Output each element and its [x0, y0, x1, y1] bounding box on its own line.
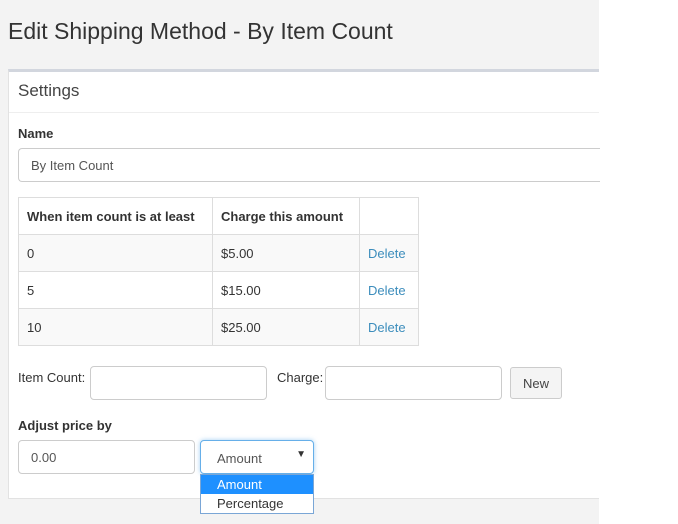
charge-label: Charge:: [277, 370, 324, 385]
adjust-price-input[interactable]: [18, 440, 195, 474]
panel-title: Settings: [18, 81, 80, 100]
charge-cell: $15.00: [212, 271, 360, 309]
adjust-type-select[interactable]: Amount ▼: [200, 440, 314, 474]
delete-link[interactable]: Delete: [368, 283, 406, 298]
adjust-type-selected: Amount: [217, 451, 262, 466]
adjust-price-label: Adjust price by: [18, 418, 112, 433]
column-header-charge: Charge this amount: [212, 197, 360, 235]
actions-cell: Delete: [359, 308, 419, 346]
adjust-type-dropdown: Amount Percentage: [200, 474, 314, 514]
table-row: 0 $5.00 Delete: [18, 234, 419, 272]
actions-cell: Delete: [359, 234, 419, 272]
item-count-input[interactable]: [90, 366, 267, 400]
min-count-cell: 0: [18, 234, 213, 272]
table-header-row: When item count is at least Charge this …: [18, 197, 419, 235]
caret-down-icon: ▼: [296, 449, 306, 460]
column-header-actions: [359, 197, 419, 235]
delete-link[interactable]: Delete: [368, 246, 406, 261]
panel-header: Settings: [9, 72, 599, 113]
min-count-cell: 10: [18, 308, 213, 346]
table-row: 5 $15.00 Delete: [18, 271, 419, 309]
charge-cell: $5.00: [212, 234, 360, 272]
column-header-min-count: When item count is at least: [18, 197, 213, 235]
charge-input[interactable]: [325, 366, 502, 400]
new-tier-button[interactable]: New: [510, 367, 562, 399]
name-label: Name: [18, 126, 54, 141]
name-input[interactable]: [18, 148, 600, 182]
charge-cell: $25.00: [212, 308, 360, 346]
delete-link[interactable]: Delete: [368, 320, 406, 335]
item-count-label: Item Count:: [18, 370, 86, 385]
dropdown-option-percentage[interactable]: Percentage: [201, 494, 313, 513]
page-title: Edit Shipping Method - By Item Count: [8, 18, 393, 44]
table-row: 10 $25.00 Delete: [18, 308, 419, 346]
min-count-cell: 5: [18, 271, 213, 309]
actions-cell: Delete: [359, 271, 419, 309]
tiers-table: When item count is at least Charge this …: [18, 197, 419, 346]
dropdown-option-amount[interactable]: Amount: [201, 475, 313, 494]
